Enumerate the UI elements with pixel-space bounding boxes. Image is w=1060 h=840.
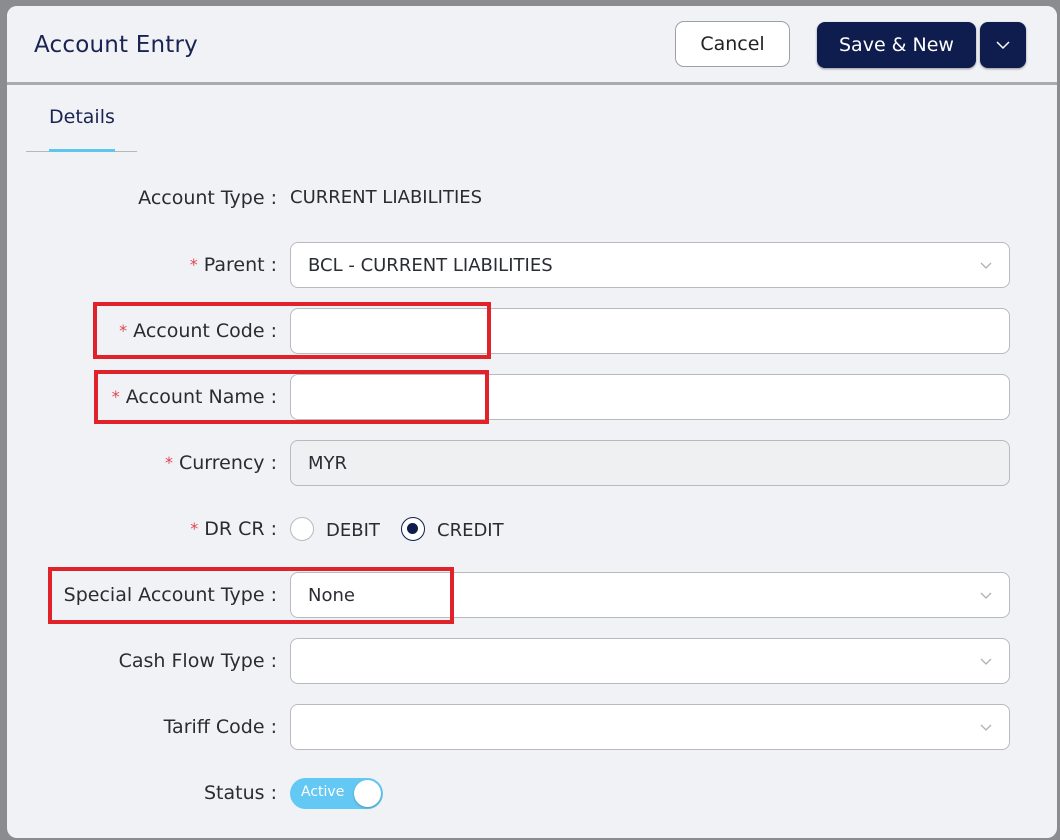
required-marker: *: [190, 519, 199, 538]
parent-select-value: BCL - CURRENT LIABILITIES: [308, 254, 553, 276]
chevron-down-icon: [980, 724, 992, 731]
credit-radio[interactable]: [401, 517, 425, 541]
special-account-type-value: None: [308, 584, 355, 606]
parent-select[interactable]: BCL - CURRENT LIABILITIES: [290, 242, 1010, 288]
status-toggle[interactable]: Active: [290, 778, 383, 809]
special-account-type-select[interactable]: None: [290, 572, 1010, 618]
account-entry-dialog: Account Entry Cancel Save & New Details …: [7, 6, 1057, 838]
account-name-label: * Account Name :: [111, 386, 277, 408]
required-marker: *: [119, 321, 128, 340]
chevron-down-icon: [996, 41, 1010, 50]
tariff-code-select[interactable]: [290, 704, 1010, 750]
debit-radio-label[interactable]: DEBIT: [326, 520, 380, 541]
credit-radio-label[interactable]: CREDIT: [437, 520, 504, 541]
account-type-label: Account Type :: [138, 187, 277, 209]
dialog-header: Account Entry Cancel Save & New: [7, 6, 1057, 85]
cancel-button[interactable]: Cancel: [675, 21, 790, 67]
chevron-down-icon: [980, 592, 992, 599]
tariff-code-label: Tariff Code :: [163, 716, 277, 738]
parent-label: * Parent :: [189, 254, 277, 276]
currency-field[interactable]: MYR: [290, 440, 1010, 486]
cash-flow-type-select[interactable]: [290, 638, 1010, 684]
chevron-down-icon: [980, 658, 992, 665]
dialog-title: Account Entry: [34, 32, 198, 58]
active-tab-indicator: [49, 149, 115, 152]
account-code-input[interactable]: [290, 308, 1010, 354]
account-type-value: CURRENT LIABILITIES: [290, 187, 483, 208]
toggle-knob: [354, 780, 381, 807]
save-and-new-button[interactable]: Save & New: [817, 22, 976, 68]
currency-label: * Currency :: [164, 452, 277, 474]
account-code-label: * Account Code :: [119, 320, 277, 342]
account-name-input[interactable]: [290, 374, 1010, 420]
required-marker: *: [111, 387, 120, 406]
special-account-type-label: Special Account Type :: [63, 584, 277, 606]
save-options-dropdown-button[interactable]: [980, 22, 1026, 68]
cash-flow-type-label: Cash Flow Type :: [118, 650, 277, 672]
required-marker: *: [189, 255, 198, 274]
dr-cr-label: * DR CR :: [190, 518, 277, 540]
debit-radio[interactable]: [290, 517, 314, 541]
status-toggle-label: Active: [301, 784, 345, 800]
chevron-down-icon: [980, 262, 992, 269]
status-label: Status :: [204, 782, 277, 804]
required-marker: *: [164, 453, 173, 472]
tab-details[interactable]: Details: [49, 106, 115, 128]
